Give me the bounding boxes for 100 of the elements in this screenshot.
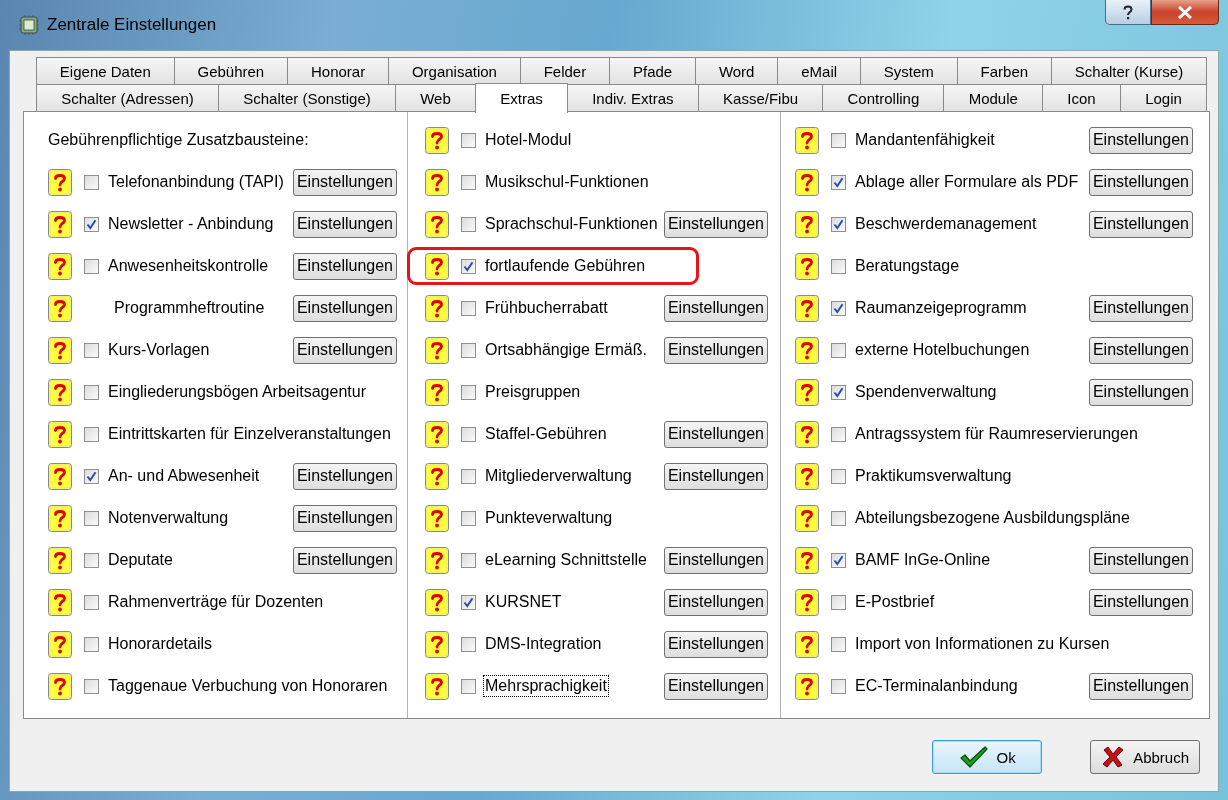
checkbox[interactable] xyxy=(461,216,476,232)
settings-button[interactable]: Einstellungen xyxy=(663,462,768,490)
help-icon[interactable] xyxy=(425,462,449,490)
checkbox[interactable] xyxy=(461,678,476,694)
checkbox[interactable] xyxy=(461,300,476,316)
tab[interactable]: Extras xyxy=(475,83,568,113)
checkbox[interactable] xyxy=(461,552,476,568)
tab[interactable]: Web xyxy=(395,84,476,111)
tab[interactable]: Module xyxy=(943,84,1044,111)
tab[interactable]: Word xyxy=(695,57,779,84)
settings-button[interactable]: Einstellungen xyxy=(1088,378,1193,406)
settings-button[interactable]: Einstellungen xyxy=(1088,126,1193,154)
checkbox[interactable] xyxy=(461,426,476,442)
checkbox[interactable] xyxy=(831,468,846,484)
settings-button[interactable]: Einstellungen xyxy=(292,294,397,322)
checkbox[interactable] xyxy=(831,300,846,316)
help-icon[interactable] xyxy=(795,336,819,364)
tab[interactable]: Login xyxy=(1119,84,1208,111)
settings-button[interactable]: Einstellungen xyxy=(1088,294,1193,322)
checkbox[interactable] xyxy=(831,636,846,652)
checkbox[interactable] xyxy=(84,384,99,400)
tab[interactable]: Farben xyxy=(956,57,1052,84)
tab[interactable]: Indiv. Extras xyxy=(566,84,699,111)
checkbox[interactable] xyxy=(461,258,476,274)
help-icon[interactable] xyxy=(48,210,72,238)
help-icon[interactable] xyxy=(425,294,449,322)
settings-button[interactable]: Einstellungen xyxy=(292,168,397,196)
help-icon[interactable] xyxy=(48,168,72,196)
help-icon[interactable] xyxy=(48,672,72,700)
help-icon[interactable] xyxy=(48,588,72,616)
settings-button[interactable]: Einstellungen xyxy=(663,420,768,448)
tab[interactable]: System xyxy=(859,57,958,84)
checkbox[interactable] xyxy=(461,594,476,610)
help-icon[interactable] xyxy=(425,630,449,658)
help-icon[interactable] xyxy=(425,420,449,448)
checkbox[interactable] xyxy=(84,426,99,442)
help-icon[interactable] xyxy=(48,420,72,448)
checkbox[interactable] xyxy=(84,258,99,274)
help-icon[interactable] xyxy=(795,462,819,490)
checkbox[interactable] xyxy=(831,552,846,568)
checkbox[interactable] xyxy=(461,468,476,484)
checkbox[interactable] xyxy=(831,174,846,190)
tab[interactable]: Pfade xyxy=(609,57,697,84)
help-icon[interactable] xyxy=(425,336,449,364)
help-icon[interactable] xyxy=(795,294,819,322)
checkbox[interactable] xyxy=(84,468,99,484)
settings-button[interactable]: Einstellungen xyxy=(663,336,768,364)
checkbox[interactable] xyxy=(461,636,476,652)
help-icon[interactable] xyxy=(425,252,449,280)
tab[interactable]: eMail xyxy=(777,57,861,84)
tab[interactable]: Felder xyxy=(519,57,611,84)
checkbox[interactable] xyxy=(461,384,476,400)
tab[interactable]: Schalter (Adressen) xyxy=(36,84,219,111)
help-icon[interactable] xyxy=(795,630,819,658)
help-icon[interactable] xyxy=(795,126,819,154)
help-icon[interactable] xyxy=(795,672,819,700)
checkbox[interactable] xyxy=(84,678,99,694)
tab[interactable]: Schalter (Kurse) xyxy=(1050,57,1208,84)
settings-button[interactable]: Einstellungen xyxy=(663,210,768,238)
help-icon[interactable] xyxy=(425,210,449,238)
tab[interactable]: Organisation xyxy=(388,57,521,84)
checkbox[interactable] xyxy=(461,510,476,526)
checkbox[interactable] xyxy=(831,594,846,610)
checkbox[interactable] xyxy=(84,594,99,610)
checkbox[interactable] xyxy=(84,216,99,232)
checkbox[interactable] xyxy=(461,342,476,358)
checkbox[interactable] xyxy=(831,258,846,274)
dialog-button[interactable]: Abbruch xyxy=(1090,740,1200,774)
help-icon[interactable] xyxy=(425,168,449,196)
settings-button[interactable]: Einstellungen xyxy=(1088,336,1193,364)
help-icon[interactable] xyxy=(48,378,72,406)
settings-button[interactable]: Einstellungen xyxy=(663,630,768,658)
checkbox[interactable] xyxy=(84,174,99,190)
checkbox[interactable] xyxy=(84,342,99,358)
tab[interactable]: Controlling xyxy=(822,84,945,111)
help-icon[interactable] xyxy=(48,546,72,574)
help-icon[interactable] xyxy=(48,336,72,364)
help-icon[interactable] xyxy=(425,378,449,406)
settings-button[interactable]: Einstellungen xyxy=(663,672,768,700)
settings-button[interactable]: Einstellungen xyxy=(1088,210,1193,238)
settings-button[interactable]: Einstellungen xyxy=(663,546,768,574)
settings-button[interactable]: Einstellungen xyxy=(292,210,397,238)
help-icon[interactable] xyxy=(425,546,449,574)
tab[interactable]: Schalter (Sonstige) xyxy=(218,84,396,111)
help-icon[interactable] xyxy=(795,420,819,448)
settings-button[interactable]: Einstellungen xyxy=(663,294,768,322)
help-icon[interactable] xyxy=(795,210,819,238)
checkbox[interactable] xyxy=(831,342,846,358)
settings-button[interactable]: Einstellungen xyxy=(1088,672,1193,700)
settings-button[interactable]: Einstellungen xyxy=(1088,168,1193,196)
close-button[interactable] xyxy=(1151,0,1219,25)
settings-button[interactable]: Einstellungen xyxy=(292,336,397,364)
checkbox[interactable] xyxy=(831,384,846,400)
help-icon[interactable] xyxy=(48,462,72,490)
settings-button[interactable]: Einstellungen xyxy=(1088,546,1193,574)
checkbox[interactable] xyxy=(831,510,846,526)
checkbox[interactable] xyxy=(84,552,99,568)
help-icon[interactable] xyxy=(795,168,819,196)
help-icon[interactable] xyxy=(795,546,819,574)
help-icon[interactable] xyxy=(48,252,72,280)
